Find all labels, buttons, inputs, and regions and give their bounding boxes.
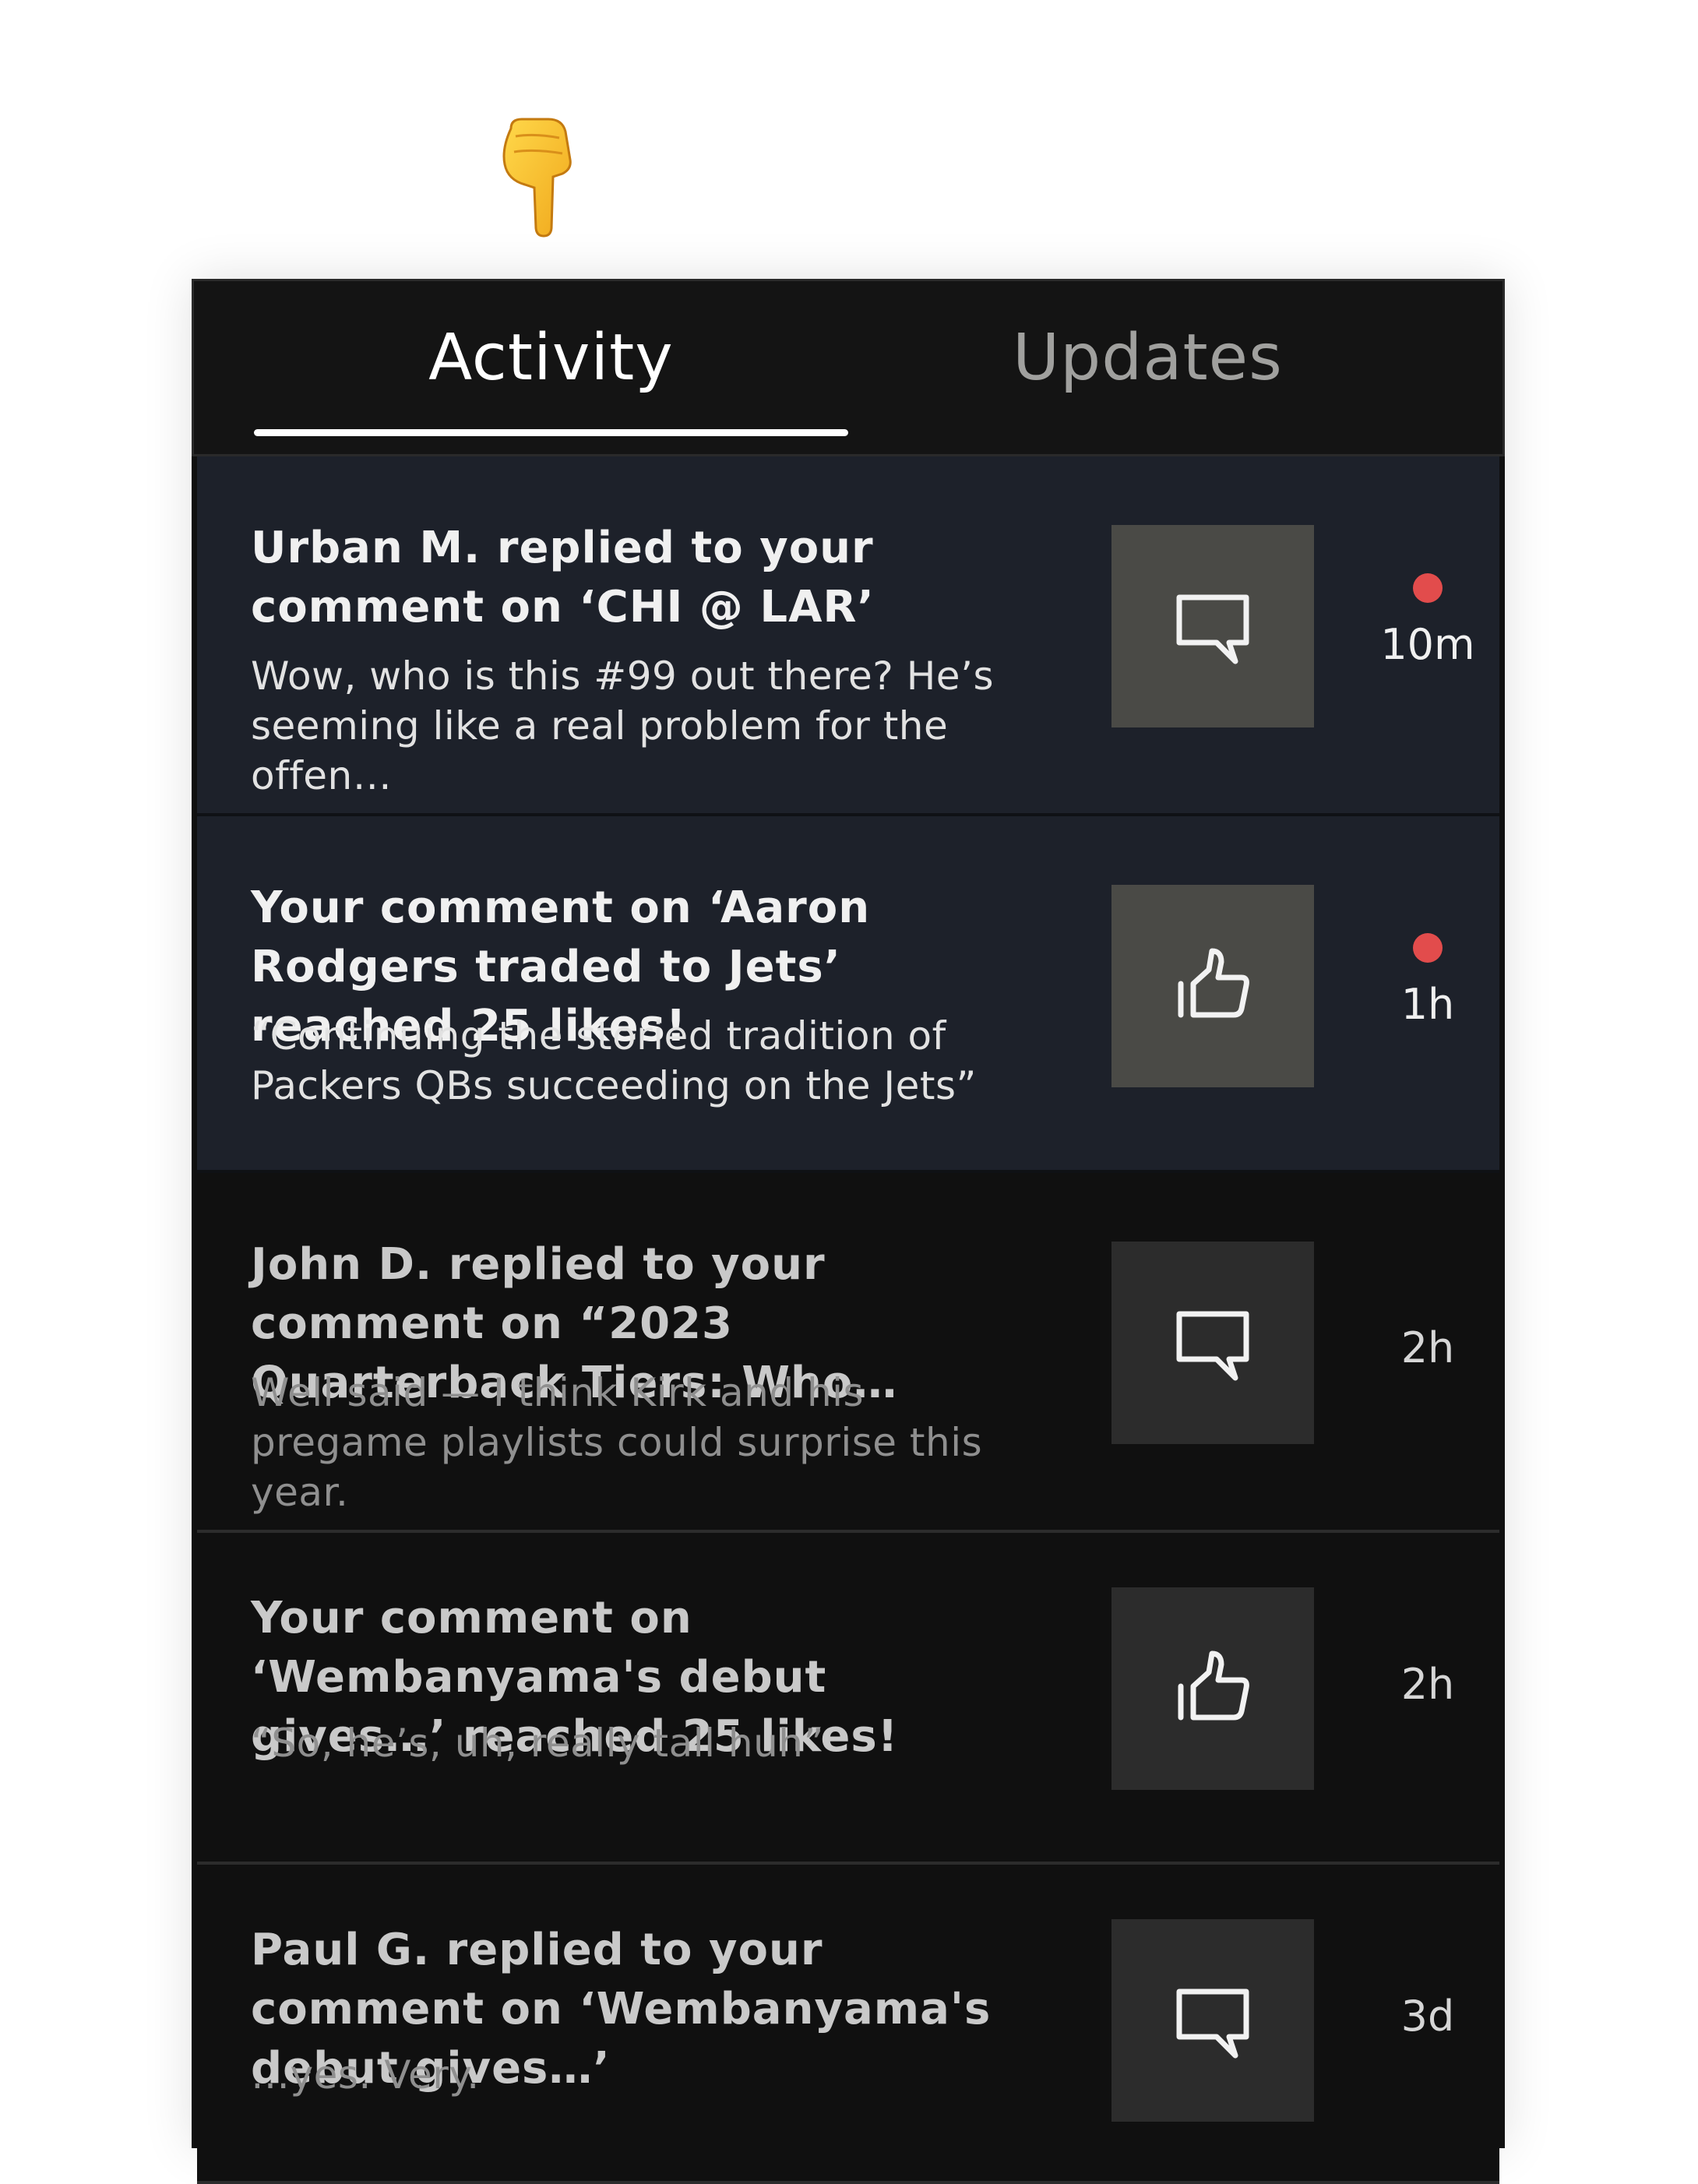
comment-icon xyxy=(1176,594,1249,664)
notification-time: 2h xyxy=(1400,1323,1455,1372)
comment-icon xyxy=(1176,1988,1249,2059)
thumbs-up-icon xyxy=(1178,1650,1249,1721)
tab-bar: Activity Updates xyxy=(192,279,1505,456)
notification-item[interactable]: Your comment on ‘Aaron Rodgers traded to… xyxy=(197,816,1499,1173)
comment-thumbnail xyxy=(1111,525,1314,727)
notification-item[interactable]: John D. replied to your comment on “2023… xyxy=(197,1173,1499,1533)
comment-thumbnail xyxy=(1111,1919,1314,2122)
comment-thumbnail xyxy=(1111,1242,1314,1444)
notification-body: Wow, who is this #99 out there? He’s see… xyxy=(251,653,995,798)
notification-time: 3d xyxy=(1400,1992,1455,2041)
thumbs-up-icon xyxy=(1178,948,1249,1018)
comment-icon xyxy=(1176,1311,1249,1381)
notifications-panel: Activity Updates Urban M. replied to you… xyxy=(192,279,1505,2184)
tab-updates[interactable]: Updates xyxy=(851,326,1445,390)
like-thumbnail xyxy=(1111,885,1314,1087)
notification-body: “Continuing the storied tradition of Pac… xyxy=(251,1013,977,1108)
notification-body: Well said — I think Kirk and his pregame… xyxy=(251,1370,983,1515)
notification-item[interactable]: Urban M. replied to your comment on ‘CHI… xyxy=(197,456,1499,816)
notification-time: 1h xyxy=(1400,980,1455,1029)
unread-dot xyxy=(1413,933,1443,963)
notification-time: 10m xyxy=(1380,620,1475,669)
like-thumbnail xyxy=(1111,1587,1314,1790)
notification-body: …yes. Very. xyxy=(251,2052,480,2098)
notification-item[interactable]: Your comment on ‘Wembanyama's debut give… xyxy=(197,1533,1499,1865)
active-tab-indicator xyxy=(254,429,848,436)
notification-time: 2h xyxy=(1400,1660,1455,1709)
notification-title: Urban M. replied to your comment on ‘CHI… xyxy=(251,523,875,632)
notification-body: “So, he’s, uh, really tall huh” xyxy=(251,1721,824,1766)
notification-list: Urban M. replied to your comment on ‘CHI… xyxy=(197,456,1499,2184)
tab-activity[interactable]: Activity xyxy=(254,326,848,390)
notification-item[interactable]: Paul G. replied to your comment on ‘Wemb… xyxy=(197,1865,1499,2184)
unread-dot xyxy=(1413,573,1443,603)
pointing-hand-icon xyxy=(502,118,572,238)
